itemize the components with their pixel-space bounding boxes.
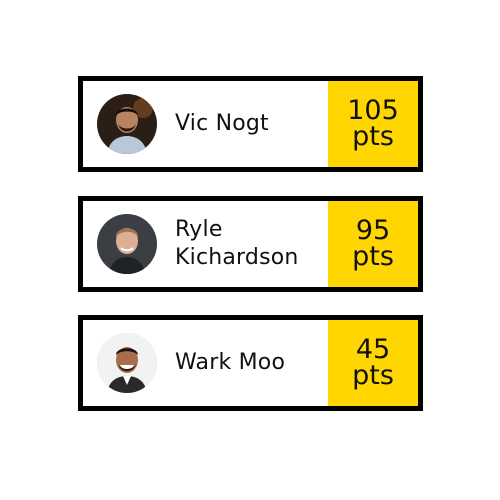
player-name: Vic Nogt: [175, 111, 269, 136]
avatar: [97, 214, 157, 274]
leaderboard: Vic Nogt 105 pts Ryle Kichardson 95 pts: [0, 0, 500, 500]
score-badge: 95 pts: [328, 201, 418, 287]
person-avatar-icon: [97, 333, 157, 393]
avatar: [97, 94, 157, 154]
score-badge: 105 pts: [328, 81, 418, 167]
player-name: Ryle Kichardson: [175, 217, 299, 270]
player-card: Ryle Kichardson 95 pts: [78, 196, 423, 292]
player-name: Wark Moo: [175, 350, 286, 375]
player-card: Vic Nogt 105 pts: [78, 76, 423, 172]
player-card: Wark Moo 45 pts: [78, 315, 423, 411]
score-unit: pts: [352, 360, 394, 391]
score-unit: pts: [352, 241, 394, 272]
score-unit: pts: [352, 121, 394, 152]
avatar: [97, 333, 157, 393]
person-avatar-icon: [97, 94, 157, 154]
score-badge: 45 pts: [328, 320, 418, 406]
person-avatar-icon: [97, 214, 157, 274]
